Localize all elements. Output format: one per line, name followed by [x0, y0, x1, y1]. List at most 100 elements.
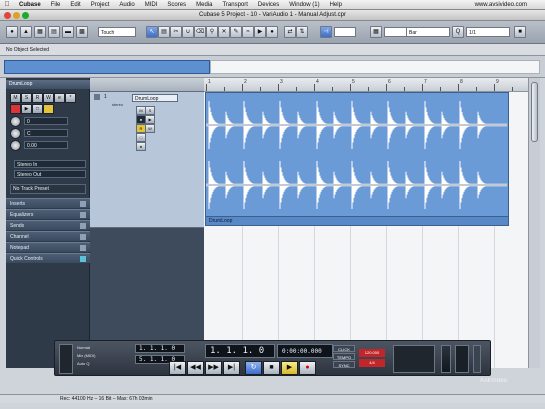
- output-routing-field[interactable]: Stereo Out: [14, 170, 86, 178]
- inspector-track-name[interactable]: DrumLoop: [6, 80, 90, 89]
- go-to-start-button[interactable]: |◀: [169, 361, 186, 375]
- vertical-scrollbar[interactable]: [528, 78, 540, 368]
- cycle-mode-label[interactable]: Mix (MIDI): [77, 353, 95, 358]
- section-sends-toggle-icon[interactable]: [80, 223, 86, 229]
- pan-knob[interactable]: [10, 128, 21, 139]
- sync-button[interactable]: SYNC: [333, 361, 355, 368]
- input-routing-field[interactable]: Stereo In: [14, 160, 86, 168]
- record-enable-button[interactable]: [10, 104, 21, 114]
- record-mode-label[interactable]: Normal: [77, 345, 90, 350]
- cycle-button[interactable]: ↻: [245, 361, 262, 375]
- menu-window[interactable]: Window (1): [284, 2, 324, 8]
- fast-forward-button[interactable]: ▶▶: [205, 361, 222, 375]
- zoom-tool-icon[interactable]: ⚲: [206, 26, 218, 38]
- automation-mode-select[interactable]: Touch: [98, 27, 136, 37]
- quantize-select[interactable]: 1/1: [466, 27, 510, 37]
- snap-mode-select[interactable]: [334, 27, 356, 37]
- menu-devices[interactable]: Devices: [253, 2, 284, 8]
- section-inserts-toggle-icon[interactable]: [80, 201, 86, 207]
- close-window-button[interactable]: [4, 12, 11, 19]
- apple-icon[interactable]: : [0, 1, 14, 8]
- play-tool-icon[interactable]: ▶: [254, 26, 266, 38]
- track-lock-button[interactable]: □: [136, 133, 146, 142]
- write-automation-button[interactable]: W: [43, 93, 54, 103]
- section-channel-toggle-icon[interactable]: [80, 234, 86, 240]
- split-tool-icon[interactable]: ✂: [170, 26, 182, 38]
- edit-channel-button[interactable]: e: [54, 93, 65, 103]
- grid-bar-select[interactable]: Bar: [406, 27, 450, 37]
- minimize-window-button[interactable]: [13, 12, 20, 19]
- master-fader[interactable]: [473, 345, 481, 373]
- track-expand-icon[interactable]: [94, 94, 100, 100]
- track-timebase-button[interactable]: ●: [136, 142, 146, 151]
- erase-tool-icon[interactable]: ⌫: [194, 26, 206, 38]
- menu-cubase[interactable]: Cubase: [14, 2, 46, 8]
- timewarp-tool-icon[interactable]: ≈: [242, 26, 254, 38]
- draw-tool-icon[interactable]: ✎: [230, 26, 242, 38]
- primary-time-display[interactable]: 1. 1. 1. 0: [205, 344, 275, 358]
- read-automation-button[interactable]: R: [32, 93, 43, 103]
- show-inspector-icon[interactable]: ▦: [34, 26, 46, 38]
- section-notepad[interactable]: Notepad: [6, 242, 90, 252]
- color-tool-icon[interactable]: ●: [266, 26, 278, 38]
- section-equalizers[interactable]: Equalizers: [6, 209, 90, 219]
- freeze-button[interactable]: *: [65, 93, 76, 103]
- project-color-icon[interactable]: ■: [514, 26, 526, 38]
- menu-file[interactable]: File: [46, 2, 66, 8]
- range-tool-icon[interactable]: ▤: [158, 26, 170, 38]
- audio-event[interactable]: DrumLoop: [205, 92, 509, 226]
- track-preset-field[interactable]: No Track Preset: [10, 184, 86, 194]
- tempo-value-display[interactable]: 120.000: [359, 349, 385, 357]
- time-signature-display[interactable]: 4/4: [359, 359, 385, 367]
- mute-tool-icon[interactable]: ✕: [218, 26, 230, 38]
- section-quick-controls[interactable]: Quick Controls: [6, 253, 90, 263]
- track-name-field[interactable]: DrumLoop: [132, 94, 178, 102]
- quantize-icon[interactable]: Q: [452, 26, 464, 38]
- volume-knob[interactable]: [10, 116, 21, 127]
- left-locator-display[interactable]: 1. 1. 1. 0: [135, 344, 185, 353]
- auto-quantize-label[interactable]: Auto Q: [77, 361, 89, 366]
- track-row[interactable]: 1 DrumLoop stereo M S ● ▶ R W □ ●: [90, 92, 204, 228]
- rewind-button[interactable]: ◀◀: [187, 361, 204, 375]
- timeline-ruler[interactable]: 1 2 3 4 5 6 7 8 9: [204, 78, 528, 92]
- pan-field[interactable]: C: [24, 129, 68, 137]
- menu-help[interactable]: Help: [325, 2, 347, 8]
- click-button[interactable]: CLICK: [333, 345, 355, 352]
- stop-button[interactable]: ■: [263, 361, 280, 375]
- object-selection-tool-icon[interactable]: ↖: [146, 26, 158, 38]
- project-overview[interactable]: [0, 56, 545, 78]
- secondary-time-display[interactable]: 0:00:00.000: [277, 344, 333, 358]
- play-button[interactable]: ▶: [281, 361, 298, 375]
- menu-project[interactable]: Project: [86, 2, 115, 8]
- activate-project-icon[interactable]: ●: [6, 26, 18, 38]
- section-sends[interactable]: Sends: [6, 220, 90, 230]
- tempo-track-button[interactable]: TEMPO: [333, 353, 355, 360]
- menu-audio[interactable]: Audio: [114, 2, 139, 8]
- zoom-window-button[interactable]: [22, 12, 29, 19]
- lock-button[interactable]: □: [32, 104, 43, 114]
- track-write-button[interactable]: W: [145, 124, 155, 133]
- track-solo-button[interactable]: S: [145, 106, 155, 115]
- constrain-delay-icon[interactable]: ▲: [20, 26, 32, 38]
- menu-edit[interactable]: Edit: [65, 2, 85, 8]
- record-button[interactable]: ●: [299, 361, 316, 375]
- section-quick-controls-toggle-icon[interactable]: [80, 256, 86, 262]
- scrollbar-thumb[interactable]: [531, 82, 538, 142]
- show-infoline-icon[interactable]: ▤: [48, 26, 60, 38]
- section-inserts[interactable]: Inserts: [6, 198, 90, 208]
- snap-toggle-icon[interactable]: ⊣: [320, 26, 332, 38]
- solo-button[interactable]: S: [21, 93, 32, 103]
- volume-field[interactable]: 0: [24, 117, 68, 125]
- autoscroll-icon[interactable]: ⇄: [284, 26, 296, 38]
- overview-view-box[interactable]: [4, 60, 210, 74]
- open-pool-icon[interactable]: ▩: [76, 26, 88, 38]
- menu-scores[interactable]: Scores: [162, 2, 191, 8]
- section-equalizers-toggle-icon[interactable]: [80, 212, 86, 218]
- delay-knob[interactable]: [10, 140, 21, 151]
- marker-grid[interactable]: [393, 345, 435, 373]
- delay-field[interactable]: 0.00: [24, 141, 68, 149]
- monitor-button[interactable]: ▶: [21, 104, 32, 114]
- go-to-end-button[interactable]: ▶|: [223, 361, 240, 375]
- event-display[interactable]: DrumLoop: [204, 92, 528, 368]
- track-monitor-button[interactable]: ▶: [145, 115, 155, 124]
